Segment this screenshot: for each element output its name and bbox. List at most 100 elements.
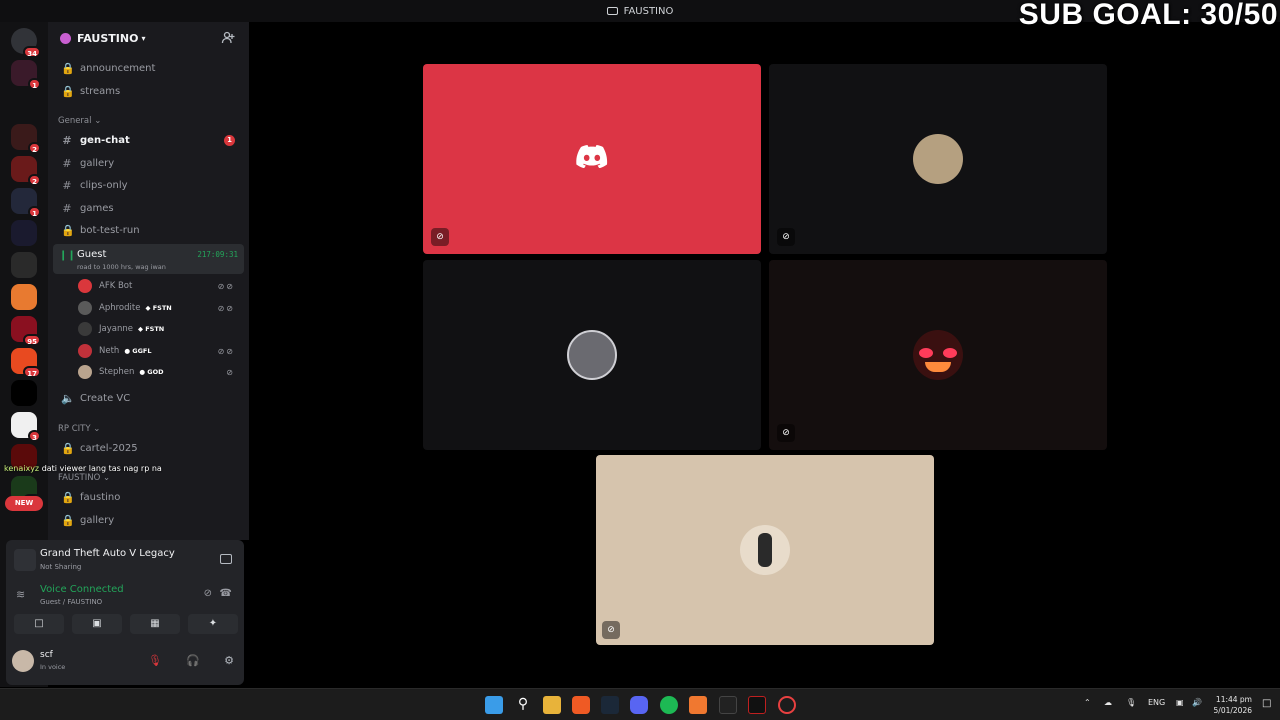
settings-gear-icon[interactable]: ⚙ bbox=[224, 654, 234, 667]
muted-deafened-icon: ⊘⊘ bbox=[217, 346, 235, 356]
guild-header[interactable]: FAUSTINO ▾ bbox=[48, 22, 249, 54]
channel-label: gallery bbox=[80, 514, 115, 526]
lock-icon: 🔒 bbox=[61, 490, 75, 504]
channel-games[interactable]: # games bbox=[53, 198, 243, 218]
channel-label: faustino bbox=[80, 491, 121, 503]
hash-icon: # bbox=[62, 201, 72, 215]
channel-gallery-2[interactable]: 🔒 gallery bbox=[53, 510, 243, 530]
voice-member[interactable]: Neth ● GGFL ⊘⊘ bbox=[78, 342, 243, 360]
hash-icon: # bbox=[62, 156, 72, 170]
avatar bbox=[913, 134, 963, 184]
member-name: Neth bbox=[99, 346, 120, 356]
video-tile[interactable]: ⊘ bbox=[769, 64, 1107, 254]
channel-gallery[interactable]: # gallery bbox=[53, 153, 243, 173]
mention-badge: 3 bbox=[28, 430, 41, 442]
activities-button[interactable]: ▦ bbox=[130, 614, 180, 634]
voice-status[interactable]: Voice Connected bbox=[40, 584, 124, 595]
channel-faustino[interactable]: 🔒 faustino bbox=[53, 487, 243, 507]
clock[interactable]: 11:44 pm 5/01/2026 bbox=[1214, 694, 1252, 716]
noise-suppression-icon[interactable]: ⊘ bbox=[204, 588, 212, 599]
server-icon[interactable] bbox=[11, 220, 37, 246]
voice-location[interactable]: Guest / FAUSTINO bbox=[40, 598, 102, 606]
headphones-icon[interactable]: 🎧 bbox=[186, 654, 200, 667]
server-icon[interactable] bbox=[11, 380, 37, 406]
app-icon[interactable] bbox=[778, 696, 796, 714]
search-icon[interactable]: ⚲ bbox=[514, 696, 532, 714]
signal-icon: ≋ bbox=[16, 588, 26, 601]
spotify-icon[interactable] bbox=[660, 696, 678, 714]
video-tile[interactable]: ⊘ bbox=[596, 455, 934, 645]
video-tile[interactable]: ⊘ bbox=[769, 260, 1107, 450]
mention-badge: 95 bbox=[23, 334, 41, 346]
voice-member[interactable]: Aphrodite ◆ FSTN ⊘⊘ bbox=[78, 299, 243, 317]
mention-badge: 2 bbox=[28, 174, 41, 186]
chevron-up-icon[interactable]: ⌃ bbox=[1084, 698, 1091, 707]
game-icon bbox=[14, 549, 36, 571]
server-icon[interactable]: 17 bbox=[11, 348, 41, 378]
mention-badge: 17 bbox=[23, 366, 41, 378]
category-rp-city[interactable]: RP CITY ⌄ bbox=[58, 424, 100, 434]
camera-button[interactable]: □ bbox=[14, 614, 64, 634]
server-icon[interactable]: 2 bbox=[11, 124, 41, 154]
video-tile[interactable] bbox=[423, 260, 761, 450]
channel-label: streams bbox=[80, 85, 121, 97]
soundboard-button[interactable]: ✦ bbox=[188, 614, 238, 634]
window-title: FAUSTINO bbox=[623, 5, 674, 17]
create-vc[interactable]: 🔈 Create VC bbox=[53, 388, 243, 408]
file-explorer-icon[interactable] bbox=[543, 696, 561, 714]
avatar bbox=[567, 330, 617, 380]
clock-date: 5/01/2026 bbox=[1213, 706, 1252, 715]
server-icon[interactable]: 34 bbox=[11, 28, 41, 58]
category-general[interactable]: General ⌄ bbox=[58, 116, 101, 126]
app-icon[interactable] bbox=[748, 696, 766, 714]
voice-member[interactable]: Stephen ● GOD ⊘ bbox=[78, 363, 243, 381]
avatar bbox=[78, 365, 92, 379]
server-icon[interactable] bbox=[11, 284, 37, 310]
voice-member[interactable]: AFK Bot ⊘⊘ bbox=[78, 277, 243, 295]
notifications-icon[interactable]: □ bbox=[1262, 698, 1271, 709]
server-icon[interactable]: 2 bbox=[11, 156, 41, 186]
channel-label: gallery bbox=[80, 157, 115, 169]
volume-icon[interactable]: 🔊 bbox=[1192, 698, 1202, 707]
app-icon[interactable] bbox=[719, 696, 737, 714]
server-icon[interactable]: 3 bbox=[11, 412, 41, 442]
screen-share-button[interactable]: ▣ bbox=[72, 614, 122, 634]
channel-bot-test-run[interactable]: 🔒 bot-test-run bbox=[53, 220, 243, 240]
add-member-icon[interactable] bbox=[221, 31, 235, 45]
channel-cartel-2025[interactable]: 🔒 cartel-2025 bbox=[53, 438, 243, 458]
server-icon[interactable]: 1 bbox=[11, 60, 41, 90]
new-badge[interactable]: NEW bbox=[5, 496, 43, 511]
channel-announcement[interactable]: 🔒 announcement bbox=[53, 58, 243, 78]
brave-browser-icon[interactable] bbox=[572, 696, 590, 714]
discord-window: FAUSTINO SUB GOAL: 30/50 3412219517339 F… bbox=[0, 0, 1280, 720]
channel-label: announcement bbox=[80, 62, 156, 74]
voice-member[interactable]: Jayanne ◆ FSTN bbox=[78, 320, 243, 338]
server-icon[interactable] bbox=[11, 92, 37, 118]
lock-icon: 🔒 bbox=[61, 513, 75, 527]
sub-goal-overlay: SUB GOAL: 30/50 bbox=[1018, 0, 1278, 31]
language-indicator[interactable]: ENG bbox=[1148, 698, 1165, 707]
microphone-icon[interactable]: 🎙 bbox=[1126, 698, 1136, 707]
steam-icon[interactable] bbox=[601, 696, 619, 714]
disconnect-icon[interactable]: ☎ bbox=[220, 588, 232, 599]
channel-gen-chat[interactable]: # gen-chat 1 bbox=[53, 130, 243, 150]
discord-icon[interactable] bbox=[630, 696, 648, 714]
voice-channel-guest[interactable]: ❙❙ Guest road to 1000 hrs, wag iwan 217:… bbox=[53, 244, 244, 274]
network-icon[interactable]: ▣ bbox=[1176, 698, 1184, 707]
category-faustino[interactable]: FAUSTINO ⌄ bbox=[58, 473, 110, 483]
channel-clips-only[interactable]: # clips-only bbox=[53, 175, 243, 195]
server-icon[interactable] bbox=[11, 252, 37, 278]
cloud-icon[interactable]: ☁ bbox=[1104, 698, 1112, 707]
share-screen-icon[interactable] bbox=[220, 554, 232, 564]
unread-badge: 1 bbox=[224, 134, 235, 146]
avatar[interactable] bbox=[12, 650, 34, 672]
mic-muted-icon[interactable]: 🎙 bbox=[148, 654, 162, 667]
voice-controls: □ ▣ ▦ ✦ bbox=[14, 614, 238, 634]
server-icon[interactable]: 1 bbox=[11, 188, 41, 218]
app-icon[interactable] bbox=[689, 696, 707, 714]
video-tile[interactable]: ⊘ bbox=[423, 64, 761, 254]
start-icon[interactable] bbox=[485, 696, 503, 714]
channel-streams[interactable]: 🔒 streams bbox=[53, 81, 243, 101]
channel-label: Create VC bbox=[80, 392, 131, 404]
server-icon[interactable]: 95 bbox=[11, 316, 41, 346]
